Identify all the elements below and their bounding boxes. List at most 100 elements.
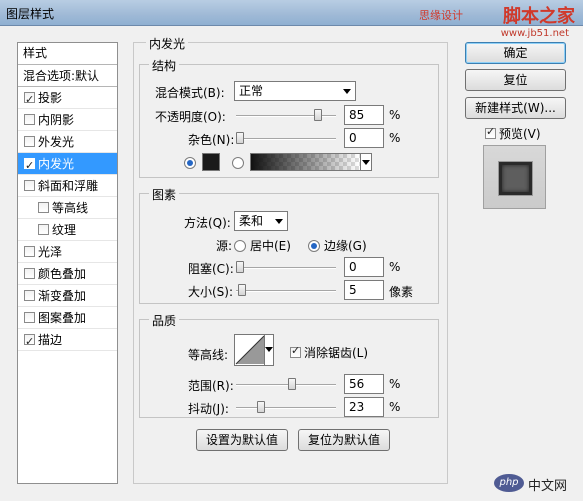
style-item-label: 纹理 — [52, 222, 77, 237]
contour-picker[interactable] — [234, 334, 274, 366]
php-logo: php 中文网 — [494, 470, 580, 498]
noise-input[interactable]: 0 — [344, 128, 384, 148]
site-url: www.jb51.net — [500, 28, 569, 39]
style-item-label: 等高线 — [52, 200, 89, 215]
range-unit: % — [389, 377, 401, 391]
chevron-down-icon — [265, 347, 273, 352]
size-unit: 像素 — [389, 285, 414, 299]
style-item-checkbox[interactable] — [24, 155, 35, 177]
range-input[interactable]: 56 — [344, 374, 384, 394]
choke-unit: % — [389, 260, 401, 274]
solid-color-radio[interactable] — [184, 157, 196, 169]
jitter-slider[interactable] — [236, 401, 336, 413]
style-item[interactable]: 等高线 — [18, 197, 117, 219]
blend-mode-value: 正常 — [239, 84, 264, 98]
glow-color-swatch[interactable] — [202, 153, 220, 171]
anti-alias-checkbox[interactable] — [290, 344, 301, 358]
style-item-label: 斜面和浮雕 — [38, 178, 99, 193]
contour-dropdown[interactable] — [264, 335, 273, 365]
style-item-checkbox[interactable] — [24, 268, 35, 279]
styles-list: 样式 混合选项:默认 投影内阴影外发光内发光斜面和浮雕等高线纹理光泽颜色叠加渐变… — [17, 42, 118, 484]
source-center-option[interactable]: 居中(E) — [234, 237, 291, 254]
style-item-checkbox[interactable] — [24, 312, 35, 323]
noise-slider[interactable] — [236, 132, 336, 144]
gradient-radio[interactable] — [232, 157, 244, 169]
preview-swatch — [499, 162, 532, 195]
choke-slider-thumb[interactable] — [236, 261, 244, 273]
contour-label: 等高线: — [188, 348, 229, 362]
quality-group: 品质 等高线: 消除锯齿(L) 范围(R): 56 % 抖动(J): 2 — [139, 312, 439, 418]
method-value: 柔和 — [239, 214, 264, 228]
style-item-checkbox[interactable] — [24, 290, 35, 301]
gradient-dropdown[interactable] — [360, 154, 371, 170]
size-input[interactable]: 5 — [344, 280, 384, 300]
style-preview — [483, 145, 546, 209]
choke-slider[interactable] — [236, 261, 336, 273]
style-item-checkbox[interactable] — [24, 89, 35, 111]
elements-group: 图素 方法(Q): 柔和 源: 居中(E) 边缘(G) 阻塞(C): 0 % 大… — [139, 186, 439, 304]
style-item-label: 光泽 — [38, 244, 63, 259]
choke-label: 阻塞(C): — [188, 262, 234, 276]
gradient-fill — [251, 154, 359, 170]
style-item-label: 描边 — [38, 332, 63, 347]
blend-options-item[interactable]: 混合选项:默认 — [18, 65, 117, 87]
php-badge: php — [494, 474, 524, 492]
source-edge-label: 边缘(G) — [324, 239, 367, 253]
style-item[interactable]: 内阴影 — [18, 109, 117, 131]
reset-button[interactable]: 复位 — [465, 69, 566, 91]
opacity-slider[interactable] — [236, 109, 336, 121]
make-default-button[interactable]: 设置为默认值 — [196, 429, 288, 451]
preview-label: 预览(V) — [499, 127, 541, 141]
style-item[interactable]: 投影 — [18, 87, 117, 111]
styles-header[interactable]: 样式 — [18, 43, 117, 65]
style-item[interactable]: 斜面和浮雕 — [18, 175, 117, 197]
style-item[interactable]: 内发光 — [18, 153, 117, 177]
style-item[interactable]: 光泽 — [18, 241, 117, 263]
range-label: 范围(R): — [188, 379, 234, 393]
size-slider[interactable] — [236, 284, 336, 296]
new-style-button[interactable]: 新建样式(W)... — [465, 97, 566, 119]
anti-alias-label: 消除锯齿(L) — [304, 346, 369, 360]
style-item[interactable]: 图案叠加 — [18, 307, 117, 329]
ok-button[interactable]: 确定 — [465, 42, 566, 64]
source-label: 源: — [216, 239, 233, 253]
source-edge-radio[interactable] — [308, 239, 320, 252]
gradient-picker[interactable] — [250, 153, 372, 171]
jitter-input[interactable]: 23 — [344, 397, 384, 417]
jitter-slider-thumb[interactable] — [257, 401, 266, 413]
style-item[interactable]: 渐变叠加 — [18, 285, 117, 307]
style-item[interactable]: 颜色叠加 — [18, 263, 117, 285]
preview-checkbox[interactable] — [485, 125, 496, 139]
structure-title: 结构 — [149, 57, 180, 74]
preview-option[interactable]: 预览(V) — [485, 125, 541, 142]
style-item-checkbox[interactable] — [24, 180, 35, 191]
noise-slider-thumb[interactable] — [236, 132, 244, 144]
range-slider[interactable] — [236, 378, 336, 390]
title-bar: 图层样式 思缘设计 脚本之家 — [0, 0, 583, 27]
structure-group: 结构 混合模式(B): 正常 不透明度(O): 85 % 杂色(N): 0 % — [139, 57, 439, 178]
slider-track — [236, 407, 336, 409]
style-item-checkbox[interactable] — [24, 246, 35, 257]
reset-to-default-button[interactable]: 复位为默认值 — [298, 429, 390, 451]
quality-title: 品质 — [149, 312, 180, 329]
opacity-unit: % — [389, 108, 401, 122]
noise-label: 杂色(N): — [188, 133, 235, 147]
style-item[interactable]: 描边 — [18, 329, 117, 353]
anti-alias-option[interactable]: 消除锯齿(L) — [290, 344, 368, 361]
style-item-checkbox[interactable] — [38, 224, 49, 235]
size-slider-thumb[interactable] — [237, 284, 246, 296]
method-select[interactable]: 柔和 — [234, 211, 288, 231]
source-edge-option[interactable]: 边缘(G) — [308, 237, 367, 254]
style-item-checkbox[interactable] — [24, 114, 35, 125]
style-item[interactable]: 纹理 — [18, 219, 117, 241]
style-item[interactable]: 外发光 — [18, 131, 117, 153]
style-item-checkbox[interactable] — [24, 136, 35, 147]
style-item-checkbox[interactable] — [38, 202, 49, 213]
blend-mode-select[interactable]: 正常 — [234, 81, 356, 101]
choke-input[interactable]: 0 — [344, 257, 384, 277]
range-slider-thumb[interactable] — [287, 378, 296, 390]
source-center-radio[interactable] — [234, 239, 246, 252]
style-item-checkbox[interactable] — [24, 331, 35, 353]
opacity-slider-thumb[interactable] — [314, 109, 323, 121]
opacity-input[interactable]: 85 — [344, 105, 384, 125]
